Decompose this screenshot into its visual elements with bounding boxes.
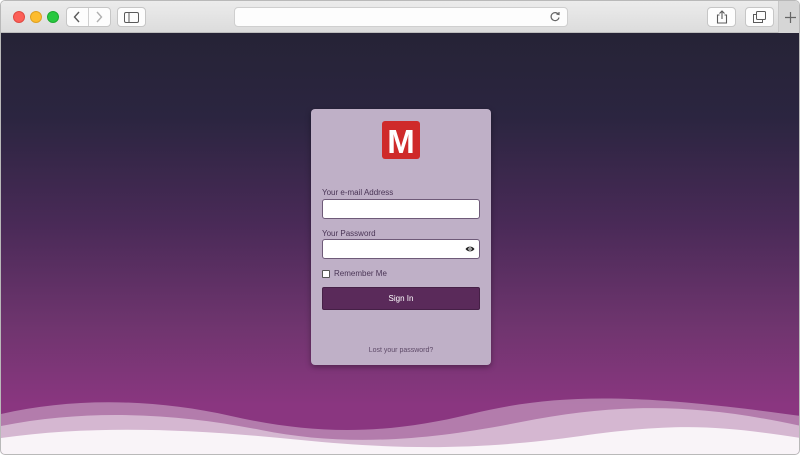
browser-window: M Your e-mail Address Your Password Reme…	[0, 0, 800, 455]
login-card: M Your e-mail Address Your Password Reme…	[311, 109, 491, 365]
maximize-window-button[interactable]	[47, 11, 59, 23]
share-icon	[716, 10, 727, 24]
address-bar[interactable]	[234, 7, 568, 27]
email-label: Your e-mail Address	[322, 188, 394, 197]
sign-in-button[interactable]: Sign In	[322, 287, 480, 310]
remember-me-checkbox[interactable]	[322, 269, 330, 278]
wave-decoration	[1, 398, 799, 454]
plus-icon	[784, 11, 796, 23]
back-button[interactable]	[67, 8, 89, 26]
email-field[interactable]	[322, 199, 480, 219]
chevron-right-icon	[96, 11, 103, 23]
eye-icon[interactable]	[465, 245, 475, 253]
close-window-button[interactable]	[13, 11, 25, 23]
brand-logo: M	[382, 121, 420, 159]
remember-me-row: Remember Me	[322, 269, 387, 278]
new-tab-button[interactable]	[778, 1, 799, 33]
minimize-window-button[interactable]	[30, 11, 42, 23]
lost-password-link[interactable]: Lost your password?	[311, 347, 491, 354]
sidebar-toggle-button[interactable]	[117, 7, 146, 27]
tabs-overview-icon	[753, 11, 766, 23]
remember-me-label[interactable]: Remember Me	[334, 269, 387, 278]
show-tabs-button[interactable]	[745, 7, 774, 27]
password-label: Your Password	[322, 229, 376, 238]
navigation-buttons	[66, 7, 111, 27]
logo-letter: M	[387, 122, 415, 160]
chevron-left-icon	[73, 11, 80, 23]
password-field[interactable]	[322, 239, 480, 259]
share-button[interactable]	[707, 7, 736, 27]
reload-icon[interactable]	[549, 11, 561, 23]
forward-button[interactable]	[89, 8, 110, 26]
sidebar-icon	[124, 11, 139, 23]
browser-toolbar	[1, 1, 799, 33]
login-page: M Your e-mail Address Your Password Reme…	[1, 33, 799, 454]
